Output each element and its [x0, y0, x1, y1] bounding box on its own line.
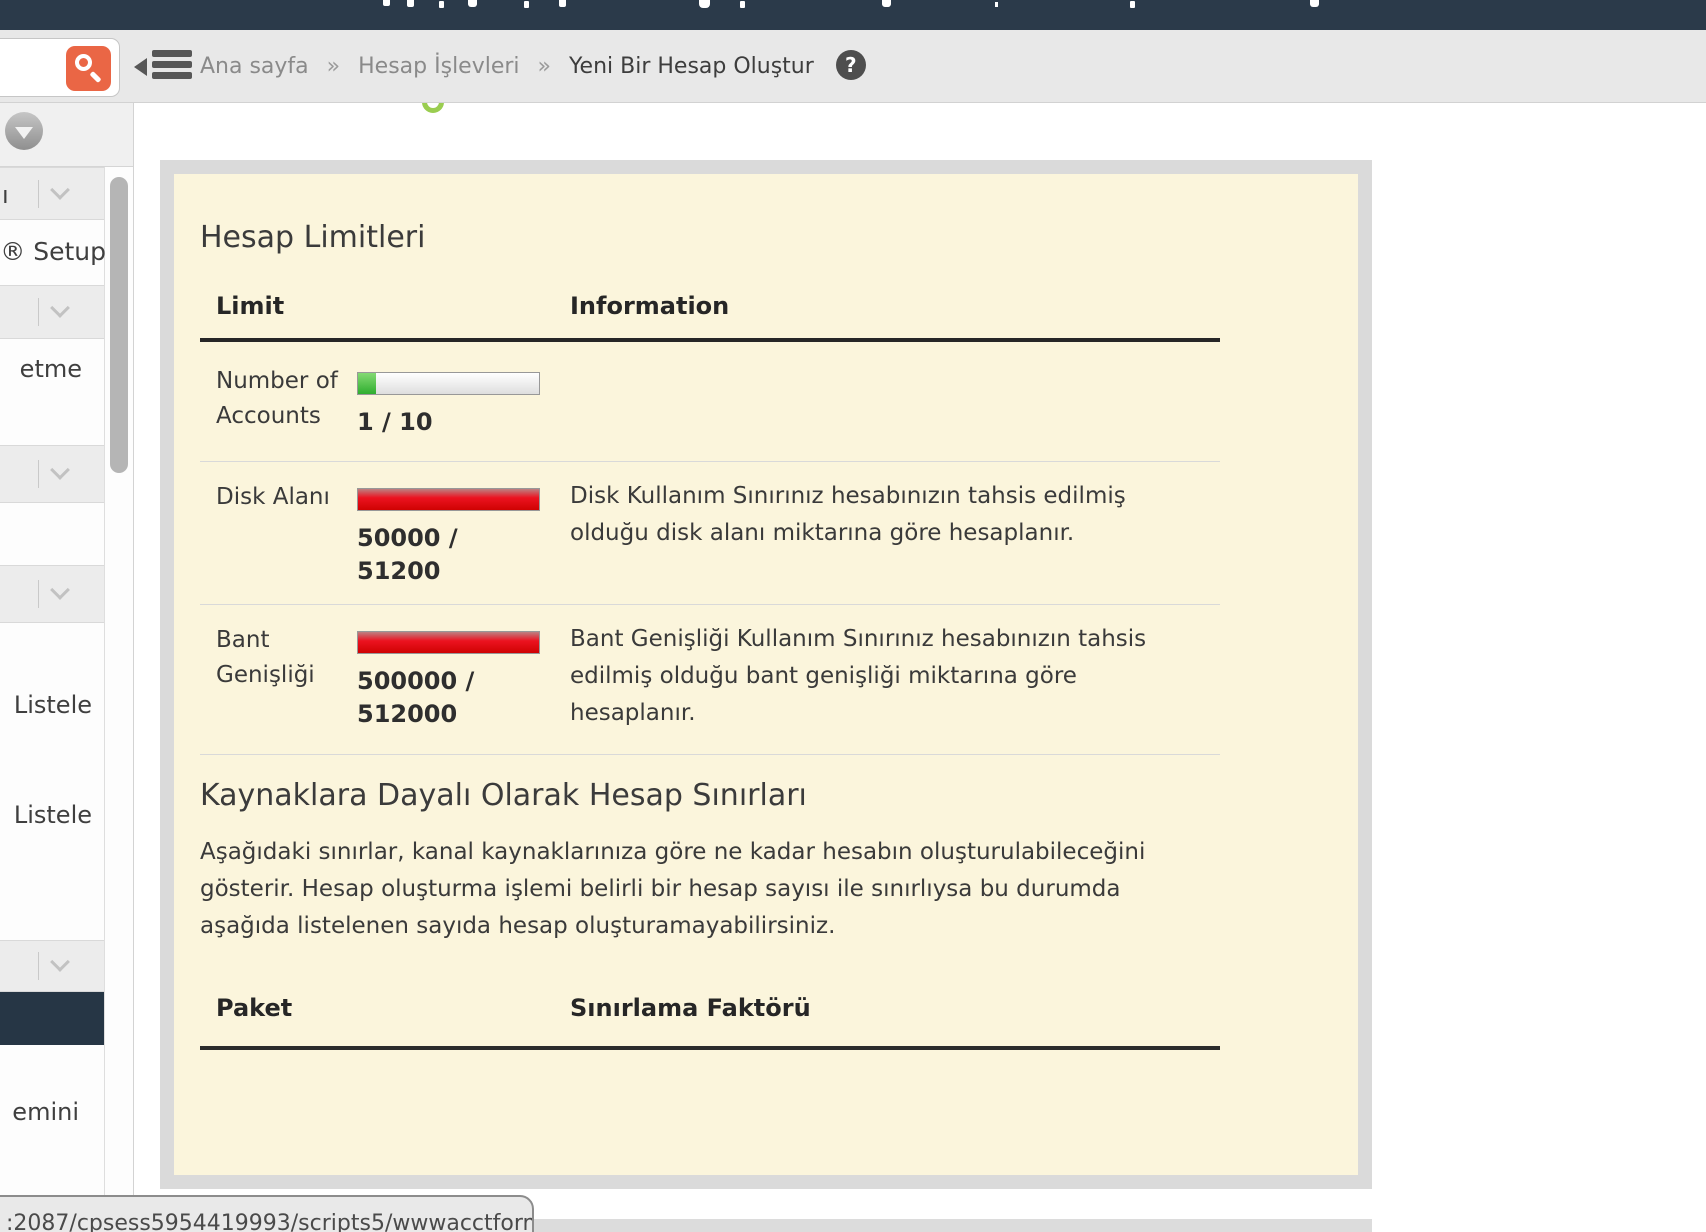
sidebar-section-header[interactable] — [0, 285, 104, 339]
sidebar-section-header[interactable]: ı — [0, 167, 104, 220]
disk-usage-meter — [357, 488, 540, 511]
column-header-information: Information — [570, 292, 729, 320]
meter-fill-red — [358, 632, 539, 653]
arrow-left-icon — [134, 58, 147, 76]
breadcrumb-account-functions[interactable]: Hesap İşlevleri — [358, 54, 519, 79]
bandwidth-usage-meter — [357, 631, 540, 654]
collapse-sidebar-button[interactable] — [133, 50, 193, 84]
breadcrumb-toolbar: Ana sayfa » Hesap İşlevleri » Yeni Bir H… — [0, 30, 1706, 103]
accounts-usage-meter — [357, 372, 540, 395]
limit-info: Bant Genişliği Kullanım Sınırınız hesabı… — [570, 621, 1220, 732]
limit-info: Disk Kullanım Sınırınız hesabınızın tahs… — [570, 478, 1220, 588]
column-header-limiting-factor: Sınırlama Faktörü — [570, 994, 811, 1022]
sidebar-item-setup[interactable]: ® Setup — [0, 237, 106, 266]
collapse-all-button[interactable] — [5, 112, 43, 150]
table-header-row: Paket Sınırlama Faktörü — [200, 994, 1220, 1050]
search-button[interactable] — [66, 46, 111, 91]
resource-limits-description: Aşağıdaki sınırlar, kanal kaynaklarınıza… — [200, 834, 1214, 945]
breadcrumb-current-page: Yeni Bir Hesap Oluştur — [569, 54, 814, 79]
breadcrumb-separator: » — [538, 54, 551, 79]
search-icon — [75, 54, 92, 71]
search-input[interactable] — [0, 43, 63, 91]
meter-fill-green — [358, 373, 376, 394]
packages-table: Paket Sınırlama Faktörü — [200, 994, 1220, 1050]
breadcrumb-home[interactable]: Ana sayfa — [200, 54, 309, 79]
chevron-down-icon — [50, 460, 70, 480]
account-limits-table: Limit Information Number of Accounts 1 /… — [200, 292, 1220, 755]
chevron-down-icon — [50, 952, 70, 972]
sidebar-section-header[interactable] — [0, 445, 104, 503]
main-content: Hesap Limitleri Limit Information Number… — [134, 103, 1706, 1232]
sidebar-scrollbar-thumb[interactable] — [110, 177, 128, 473]
column-header-package: Paket — [200, 994, 570, 1022]
sidebar-item[interactable]: emini — [12, 1098, 79, 1126]
help-icon[interactable]: ? — [836, 50, 866, 80]
meter-fill-red — [358, 489, 539, 510]
table-row-bandwidth: Bant Genişliği 500000 / 512000 Bant Geni… — [200, 605, 1220, 755]
account-limits-title: Hesap Limitleri — [200, 218, 425, 258]
sidebar-item-selected[interactable] — [0, 992, 104, 1045]
sidebar-section-header[interactable] — [0, 940, 104, 992]
sidebar-divider — [104, 167, 105, 1232]
topbar-clipped-text — [383, 0, 390, 6]
limit-name: Disk Alanı — [200, 478, 357, 588]
status-url-text: :2087/cpsess5954419993/scripts5/wwwacctf… — [0, 1197, 532, 1232]
menu-icon — [152, 50, 192, 57]
chevron-down-icon — [50, 180, 70, 200]
chevron-down-icon — [50, 298, 70, 318]
chevron-down-icon — [50, 580, 70, 600]
sidebar-section-header[interactable] — [0, 565, 104, 623]
disk-usage-value: 50000 / 51200 — [357, 522, 546, 588]
column-header-limit: Limit — [200, 292, 357, 320]
bandwidth-usage-value: 500000 / 512000 — [357, 665, 546, 731]
breadcrumb-separator: » — [327, 54, 340, 79]
clipped-green-icon — [422, 103, 444, 113]
sidebar-item[interactable]: etme — [20, 355, 82, 383]
search-box — [0, 38, 120, 97]
account-limits-container: Hesap Limitleri Limit Information Number… — [160, 160, 1372, 1189]
top-navy-bar — [0, 0, 1706, 30]
breadcrumb: Ana sayfa » Hesap İşlevleri » Yeni Bir H… — [200, 30, 866, 103]
sidebar-section-label: ı — [2, 181, 9, 209]
sidebar: ı ® Setup etme Listele Listele emini — [0, 103, 134, 1232]
limit-name: Bant Genişliği — [200, 621, 357, 732]
status-url-tooltip: :2087/cpsess5954419993/scripts5/wwwacctf… — [0, 1195, 534, 1232]
sidebar-item-list[interactable]: Listele — [14, 801, 92, 829]
limit-name: Number of Accounts — [200, 362, 357, 439]
table-header-row: Limit Information — [200, 292, 1220, 342]
resource-limits-title: Kaynaklara Dayalı Olarak Hesap Sınırları — [200, 776, 807, 816]
sidebar-top-bar — [0, 103, 133, 167]
account-limits-panel: Hesap Limitleri Limit Information Number… — [174, 174, 1358, 1175]
limit-info — [570, 362, 1220, 439]
accounts-usage-value: 1 / 10 — [357, 406, 546, 439]
chevron-down-icon — [15, 127, 33, 139]
table-row-disk-space: Disk Alanı 50000 / 51200 Disk Kullanım S… — [200, 462, 1220, 605]
table-row-number-of-accounts: Number of Accounts 1 / 10 — [200, 342, 1220, 462]
sidebar-item-list[interactable]: Listele — [14, 691, 92, 719]
